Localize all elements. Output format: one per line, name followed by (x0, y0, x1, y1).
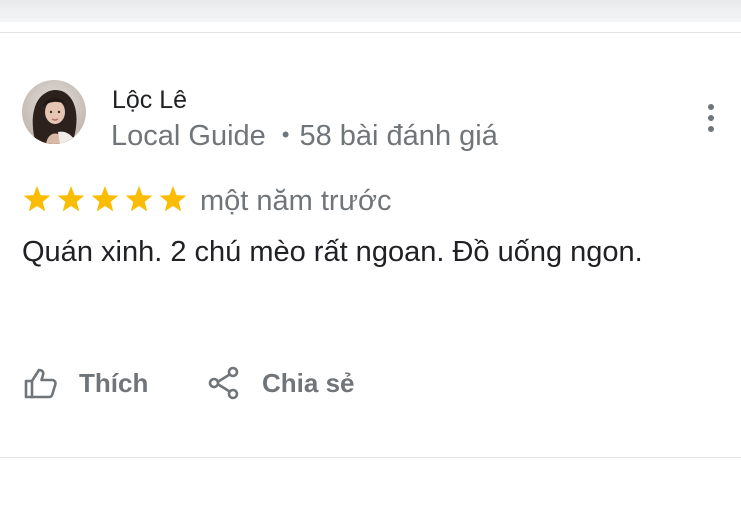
review-text: Quán xinh. 2 chú mèo rất ngoan. Đồ uống … (22, 236, 643, 268)
review-count: 58 bài đánh giá (299, 120, 498, 152)
review-time: một năm trước (200, 185, 392, 217)
star-icon (91, 186, 119, 212)
more-vert-icon (708, 104, 714, 132)
previous-card-bottom (0, 0, 741, 22)
separator-dot: • (281, 122, 290, 147)
avatar-photo (22, 80, 86, 144)
review-card: Lộc Lê Local Guide • 58 bài đánh giá một n… (0, 33, 741, 457)
share-icon (208, 366, 239, 400)
like-label: Thích (79, 367, 149, 398)
author-name[interactable]: Lộc Lê (112, 85, 187, 115)
star-icon (24, 186, 51, 212)
share-label: Chia sẻ (262, 367, 355, 398)
more-options-button[interactable] (699, 101, 723, 135)
like-button[interactable]: Thích (22, 365, 148, 401)
local-guide-badge: Local Guide (111, 120, 266, 152)
star-icon (159, 186, 187, 212)
star-rating (24, 186, 187, 212)
bottom-divider (0, 457, 741, 458)
author-avatar[interactable] (22, 80, 86, 144)
star-icon (57, 186, 85, 212)
thumbs-up-icon (24, 368, 57, 399)
share-button[interactable]: Chia sẻ (207, 365, 355, 401)
author-meta: Local Guide • 58 bài đánh giá (111, 117, 498, 154)
star-icon (125, 186, 153, 212)
